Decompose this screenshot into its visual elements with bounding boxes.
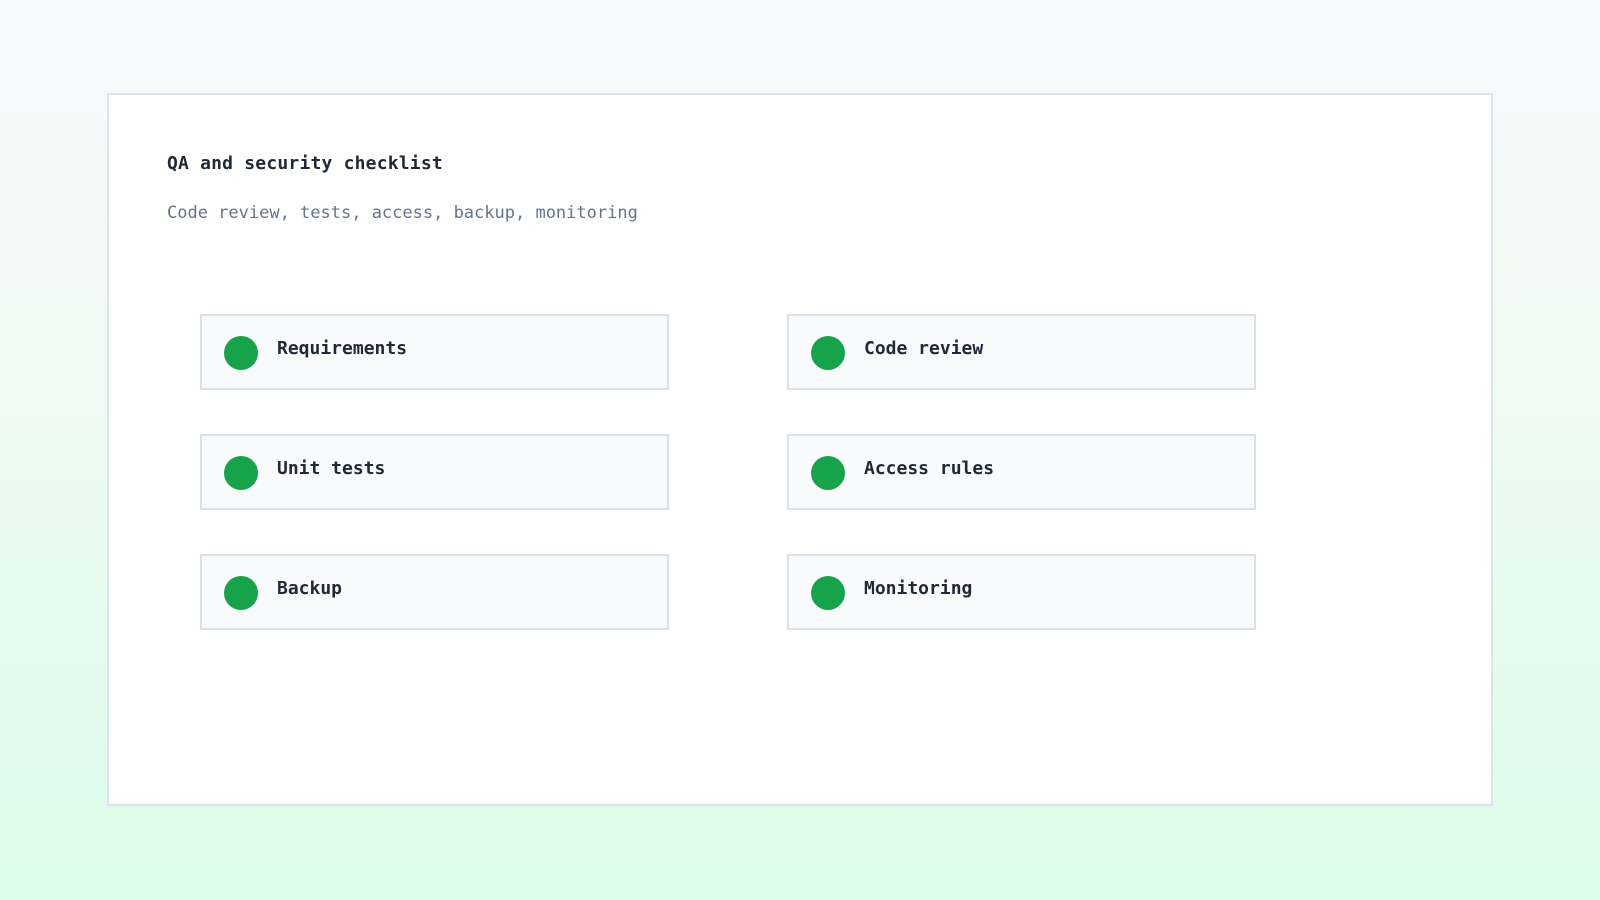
- checklist-item-requirements[interactable]: Requirements: [200, 314, 669, 390]
- checklist-item-unit-tests[interactable]: Unit tests: [200, 434, 669, 510]
- status-dot-icon: [811, 576, 845, 610]
- checklist-item-label: Unit tests: [277, 458, 386, 479]
- page-subtitle: Code review, tests, access, backup, moni…: [167, 203, 638, 223]
- checklist-item-monitoring[interactable]: Monitoring: [787, 554, 1256, 630]
- checklist-item-label: Backup: [277, 578, 343, 599]
- checklist-item-label: Monitoring: [864, 578, 973, 599]
- checklist-item-label: Requirements: [277, 338, 408, 359]
- checklist-item-code-review[interactable]: Code review: [787, 314, 1256, 390]
- page-title: QA and security checklist: [167, 153, 443, 174]
- status-dot-icon: [811, 456, 845, 490]
- status-dot-icon: [224, 576, 258, 610]
- checklist-item-access-rules[interactable]: Access rules: [787, 434, 1256, 510]
- status-dot-icon: [811, 336, 845, 370]
- checklist-item-label: Access rules: [864, 458, 995, 479]
- status-dot-icon: [224, 336, 258, 370]
- checklist-item-backup[interactable]: Backup: [200, 554, 669, 630]
- checklist-card: QA and security checklist Code review, t…: [107, 93, 1493, 806]
- status-dot-icon: [224, 456, 258, 490]
- checklist-item-label: Code review: [864, 338, 984, 359]
